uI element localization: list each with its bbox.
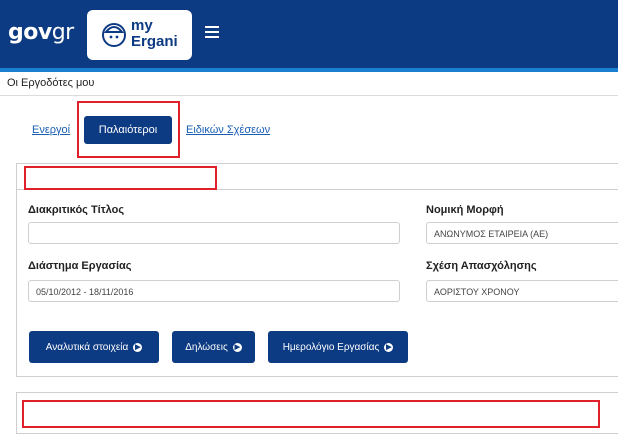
tab-special-relations[interactable]: Ειδικών Σχέσεων (186, 124, 270, 136)
details-button[interactable]: Αναλυτικά στοιχεία ▶ (29, 331, 159, 363)
legal-form-field: ΑΝΩΝΥΜΟΣ ΕΤΑΙΡΕΙΑ (ΑΕ) (426, 222, 618, 244)
details-button-label: Αναλυτικά στοιχεία (45, 341, 129, 353)
redacted-next-employer-box (22, 400, 600, 428)
worker-helmet-icon (102, 23, 126, 47)
work-calendar-button[interactable]: Ημερολόγιο Εργασίας ▶ (268, 331, 408, 363)
period-label: Διάστημα Εργασίας (28, 260, 132, 272)
relation-field: ΑΟΡΙΣΤΟΥ ΧΡΟΝΟΥ (426, 280, 618, 302)
breadcrumb: Οι Εργοδότες μου (7, 77, 95, 89)
declarations-button[interactable]: Δηλώσεις ▶ (172, 331, 255, 363)
breadcrumb-divider (0, 95, 618, 96)
myergani-logo[interactable]: my Ergani (87, 10, 192, 60)
relation-label: Σχέση Απασχόλησης (426, 260, 537, 272)
title-field (28, 222, 400, 244)
logo-my-text: my (131, 17, 153, 34)
top-navbar: govgr my Ergani (0, 0, 618, 68)
govgr-logo-suffix: gr (51, 20, 75, 45)
arrow-right-icon: ▶ (232, 342, 242, 352)
title-label: Διακριτικός Τίτλος (28, 204, 125, 216)
hamburger-menu-icon[interactable] (205, 26, 219, 38)
legal-form-label: Νομική Μορφή (426, 204, 504, 216)
govgr-logo-main: gov (8, 20, 52, 45)
declarations-button-label: Δηλώσεις (185, 341, 228, 353)
highlight-tab-box (77, 101, 180, 158)
govgr-logo[interactable]: govgr (8, 20, 74, 45)
tab-active-employers[interactable]: Ενεργοί (32, 124, 70, 136)
period-field: 05/10/2012 - 18/11/2016 (28, 280, 400, 302)
header-accent-stripe (0, 68, 618, 72)
arrow-right-icon: ▶ (384, 342, 394, 352)
arrow-right-icon: ▶ (133, 342, 143, 352)
work-calendar-button-label: Ημερολόγιο Εργασίας (282, 341, 380, 353)
redacted-employer-name-box (24, 166, 217, 190)
logo-ergani-text: Ergani (131, 33, 178, 50)
